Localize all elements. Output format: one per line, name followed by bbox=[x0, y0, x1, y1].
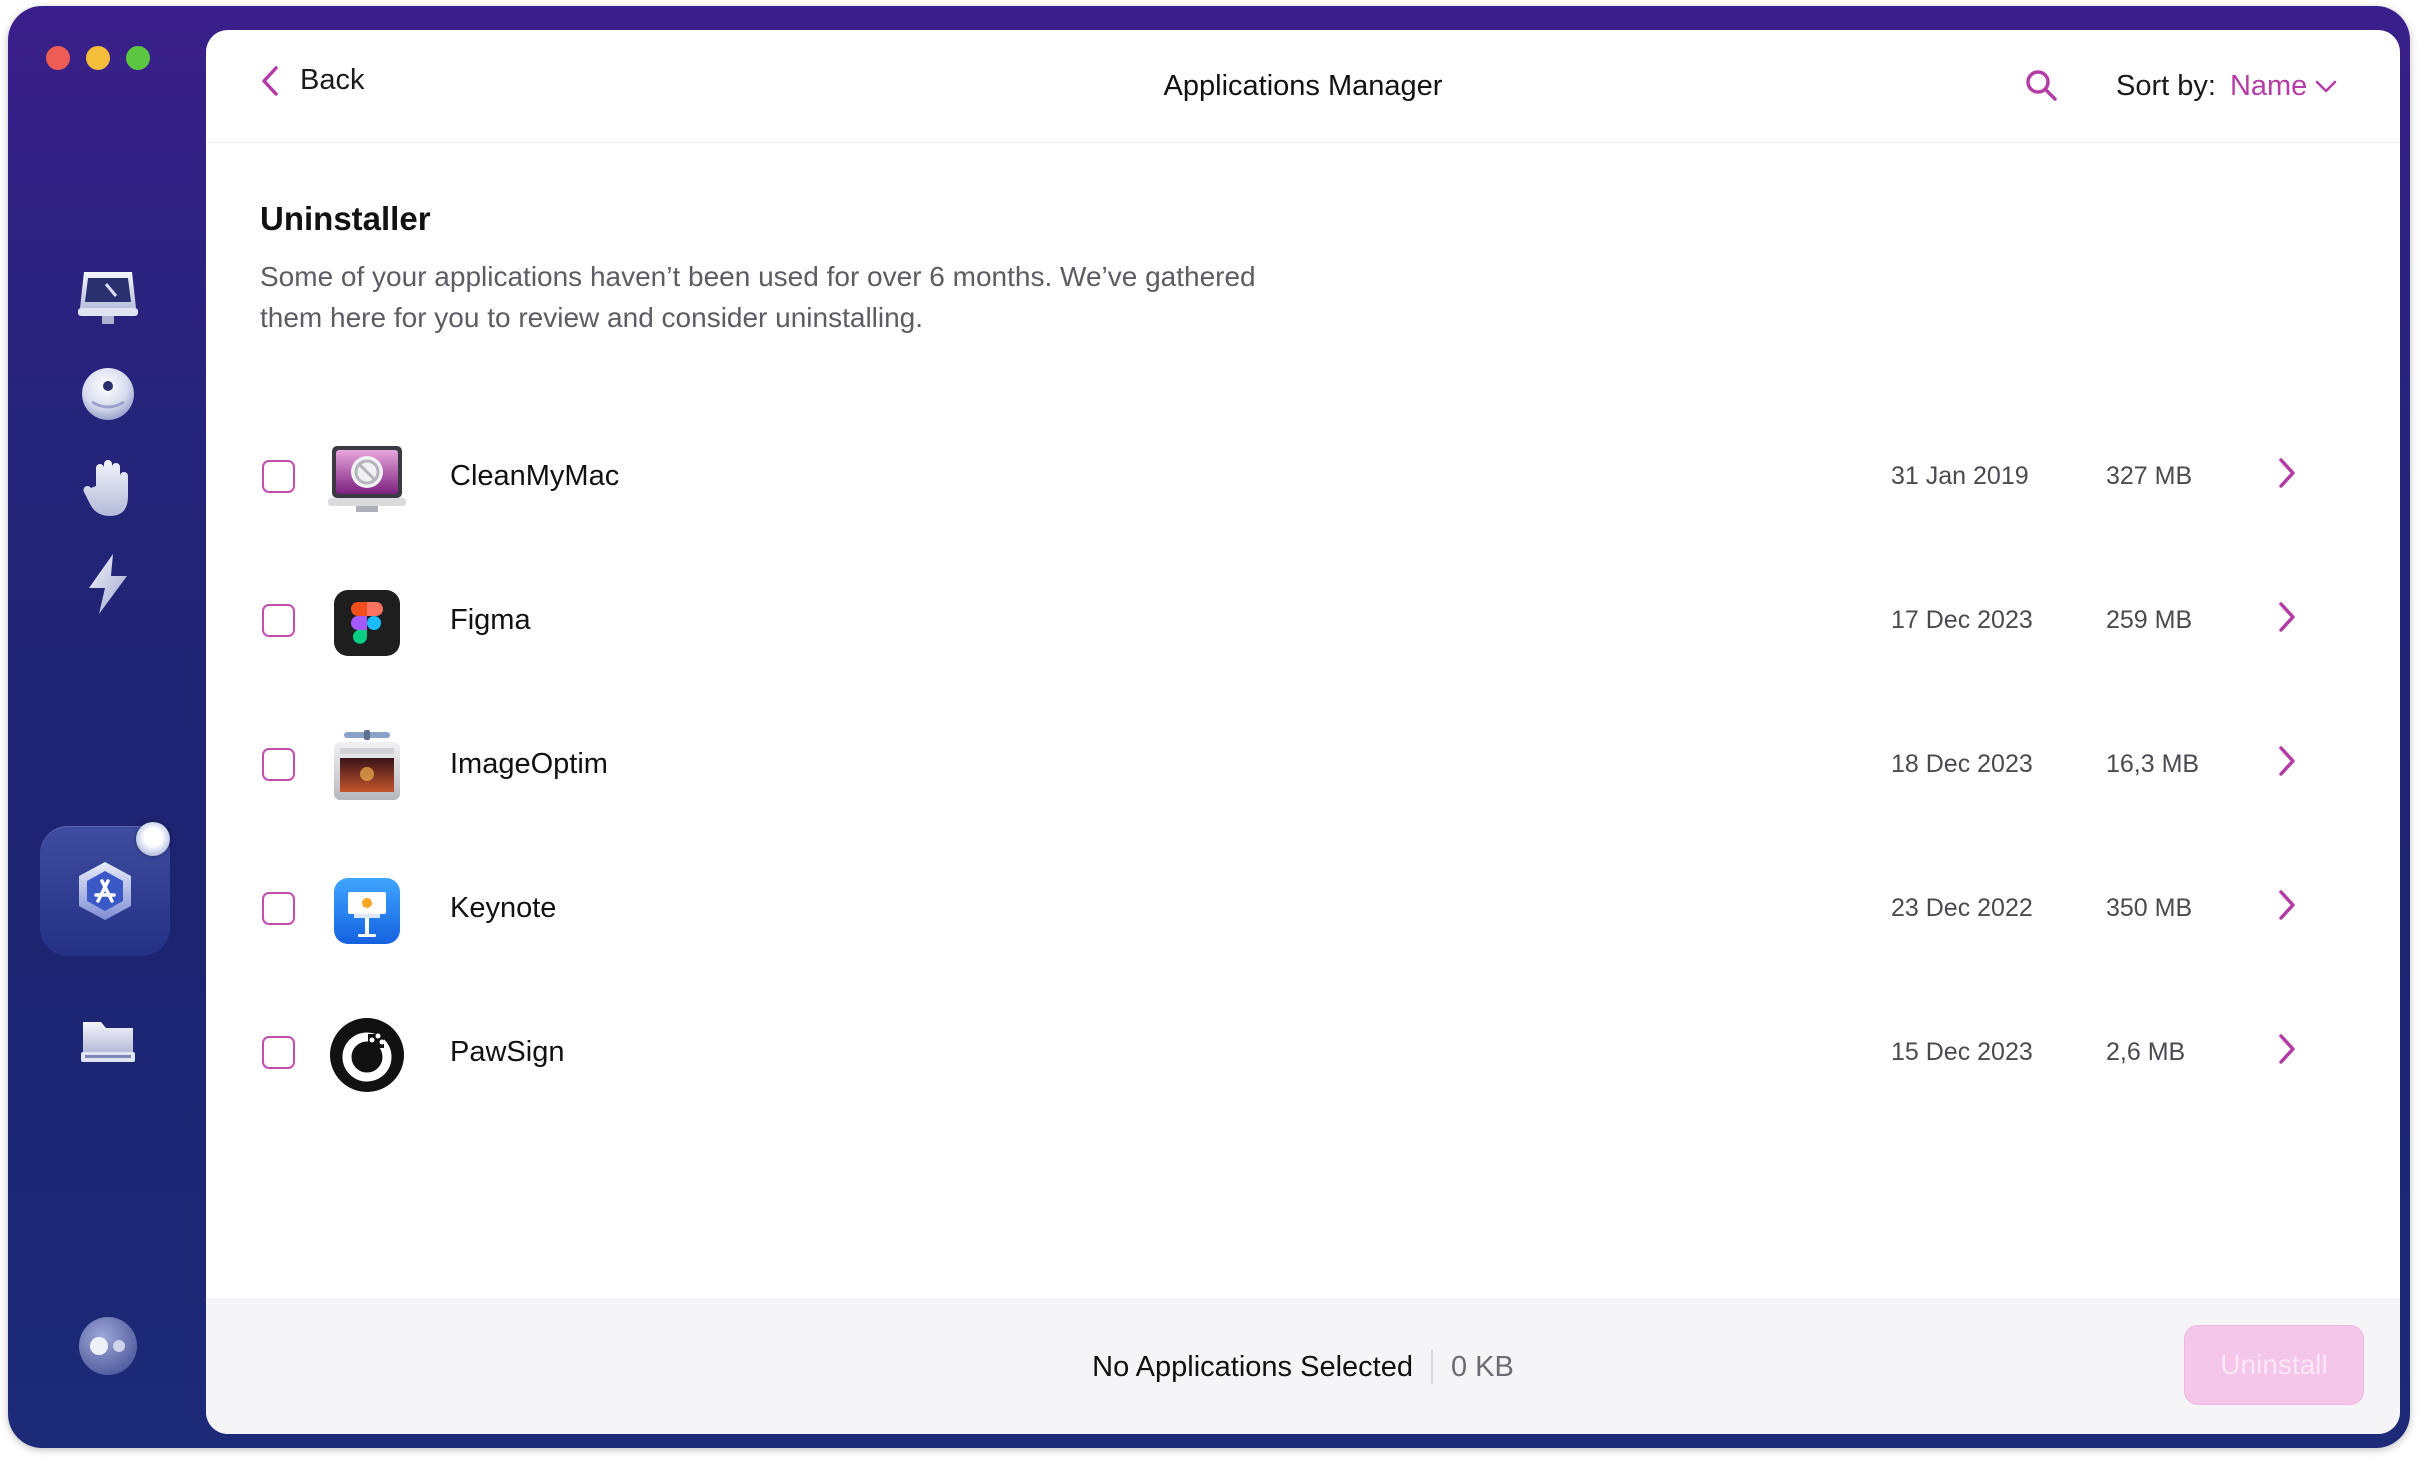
app-last-used-date: 15 Dec 2023 bbox=[1891, 1038, 2033, 1066]
search-icon bbox=[2026, 70, 2057, 101]
app-size: 2,6 MB bbox=[2106, 1038, 2186, 1066]
app-checkbox[interactable] bbox=[262, 748, 295, 781]
sort-value: Name bbox=[2229, 70, 2308, 102]
app-checkbox[interactable] bbox=[262, 892, 295, 925]
sidebar-item-speed[interactable] bbox=[72, 548, 144, 620]
app-store-icon bbox=[79, 862, 131, 920]
list-item[interactable]: Keynote 23 Dec 2022 350 MB bbox=[206, 854, 2400, 964]
assistant-icon bbox=[79, 1317, 137, 1375]
main-panel: Back Applications Manager Sort by: Name … bbox=[206, 30, 2400, 1434]
sidebar-item-applications-icon bbox=[69, 856, 141, 928]
app-name: Keynote bbox=[450, 892, 557, 924]
list-item[interactable]: Figma 17 Dec 2023 259 MB bbox=[206, 566, 2400, 676]
sort-label: Sort by: bbox=[2116, 70, 2216, 102]
section-description: Some of your applications haven’t been u… bbox=[260, 261, 1256, 333]
app-checkbox[interactable] bbox=[262, 1036, 295, 1069]
monitor-icon bbox=[78, 272, 138, 324]
toolbar: Back Applications Manager Sort by: Name bbox=[206, 30, 2400, 143]
chevron-right-icon[interactable] bbox=[2276, 888, 2298, 922]
cleanmymac-icon bbox=[328, 446, 406, 512]
chevron-right-icon[interactable] bbox=[2276, 1032, 2298, 1066]
list-item[interactable]: ImageOptim 18 Dec 2023 16,3 MB bbox=[206, 710, 2400, 820]
hand-icon bbox=[83, 460, 128, 516]
imageoptim-icon bbox=[334, 730, 400, 800]
app-name: CleanMyMac bbox=[450, 460, 620, 492]
chevron-right-icon[interactable] bbox=[2276, 456, 2298, 490]
lightning-icon bbox=[89, 554, 127, 614]
search-button[interactable] bbox=[2024, 68, 2058, 107]
list-item[interactable]: PawSign 15 Dec 2023 2,6 MB bbox=[206, 998, 2400, 1108]
sidebar-item-privacy[interactable] bbox=[72, 452, 144, 524]
sort-dropdown[interactable]: Sort by: Name bbox=[2116, 70, 2337, 103]
app-last-used-date: 31 Jan 2019 bbox=[1891, 462, 2029, 490]
app-last-used-date: 17 Dec 2023 bbox=[1891, 606, 2033, 634]
footer-bar: No Applications Selected 0 KB Uninstall bbox=[206, 1298, 2400, 1434]
app-size: 16,3 MB bbox=[2106, 750, 2200, 778]
app-size: 350 MB bbox=[2106, 894, 2193, 922]
divider bbox=[1430, 1350, 1433, 1384]
uninstall-button[interactable]: Uninstall bbox=[2184, 1325, 2364, 1405]
app-size: 327 MB bbox=[2106, 462, 2193, 490]
chevron-down-icon bbox=[2316, 80, 2337, 92]
app-checkbox[interactable] bbox=[262, 460, 295, 493]
chevron-right-icon[interactable] bbox=[2276, 744, 2298, 778]
minimize-window-button[interactable] bbox=[86, 46, 110, 70]
selection-size: 0 KB bbox=[1450, 1350, 1514, 1383]
assistant-button[interactable] bbox=[72, 1310, 144, 1382]
section-title: Uninstaller bbox=[260, 200, 431, 237]
app-name: ImageOptim bbox=[450, 748, 608, 780]
selection-summary: No Applications Selected 0 KB bbox=[206, 1350, 2400, 1384]
keynote-icon bbox=[334, 878, 400, 944]
pawsign-icon bbox=[330, 1018, 404, 1092]
folder-icon bbox=[81, 1022, 135, 1062]
sidebar-item-files[interactable] bbox=[72, 1004, 144, 1076]
app-name: PawSign bbox=[450, 1036, 565, 1068]
figma-icon bbox=[334, 590, 400, 656]
app-name: Figma bbox=[450, 604, 531, 636]
notification-dot bbox=[136, 822, 170, 856]
app-last-used-date: 23 Dec 2022 bbox=[1891, 894, 2033, 922]
sidebar-item-smart-care[interactable] bbox=[72, 262, 144, 334]
chevron-right-icon[interactable] bbox=[2276, 600, 2298, 634]
app-last-used-date: 18 Dec 2023 bbox=[1891, 750, 2033, 778]
app-window: Back Applications Manager Sort by: Name … bbox=[8, 6, 2410, 1448]
sidebar-item-protection[interactable] bbox=[72, 358, 144, 430]
app-checkbox[interactable] bbox=[262, 604, 295, 637]
orb-icon bbox=[82, 368, 134, 420]
page-title: Applications Manager bbox=[1163, 70, 1443, 102]
app-size: 259 MB bbox=[2106, 606, 2193, 634]
selection-status: No Applications Selected bbox=[1092, 1350, 1413, 1383]
close-window-button[interactable] bbox=[46, 46, 70, 70]
list-item[interactable]: CleanMyMac 31 Jan 2019 327 MB bbox=[206, 422, 2400, 532]
zoom-window-button[interactable] bbox=[126, 46, 150, 70]
